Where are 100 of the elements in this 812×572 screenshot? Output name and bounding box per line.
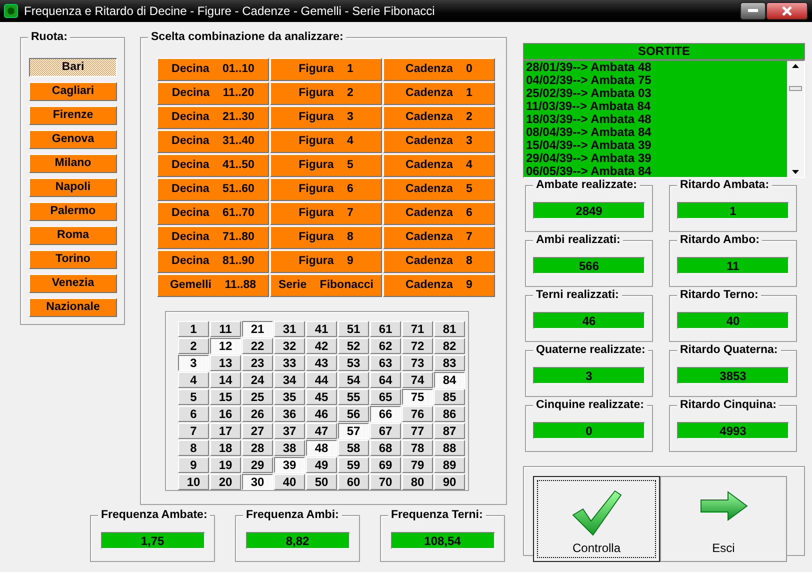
number-button[interactable]: 81 — [434, 321, 465, 337]
number-button[interactable]: 57 — [338, 423, 369, 439]
number-button[interactable]: 39 — [274, 457, 305, 473]
combination-button[interactable]: Figura 8 — [270, 226, 382, 249]
number-button[interactable]: 46 — [306, 406, 337, 422]
number-button[interactable]: 80 — [402, 474, 433, 490]
number-button[interactable]: 86 — [434, 406, 465, 422]
combination-button[interactable]: Cadenza 9 — [383, 274, 495, 297]
number-button[interactable]: 42 — [306, 338, 337, 354]
number-button[interactable]: 25 — [242, 389, 273, 405]
number-button[interactable]: 27 — [242, 423, 273, 439]
list-entry[interactable]: 18/03/39--> Ambata 48 — [526, 113, 787, 126]
number-button[interactable]: 7 — [178, 423, 209, 439]
number-button[interactable]: 29 — [242, 457, 273, 473]
combination-button[interactable]: Decina 41..50 — [157, 154, 269, 177]
ruota-button[interactable]: Roma — [29, 226, 117, 245]
combination-button[interactable]: Decina 71..80 — [157, 226, 269, 249]
combination-button[interactable]: Figura 1 — [270, 58, 382, 81]
scrollbar[interactable] — [787, 61, 804, 177]
combination-button[interactable]: Figura 3 — [270, 106, 382, 129]
number-button[interactable]: 87 — [434, 423, 465, 439]
number-button[interactable]: 73 — [402, 355, 433, 371]
scrollbar-thumb[interactable] — [789, 86, 802, 90]
number-button[interactable]: 76 — [402, 406, 433, 422]
ruota-button[interactable]: Cagliari — [29, 82, 117, 101]
combination-button[interactable]: Figura 7 — [270, 202, 382, 225]
scroll-down-icon[interactable] — [792, 170, 799, 174]
number-button[interactable]: 77 — [402, 423, 433, 439]
number-button[interactable]: 58 — [338, 440, 369, 456]
list-entry[interactable]: 11/03/39--> Ambata 84 — [526, 100, 787, 113]
list-entry[interactable]: 29/04/39--> Ambata 39 — [526, 152, 787, 165]
combination-button[interactable]: Figura 5 — [270, 154, 382, 177]
number-button[interactable]: 6 — [178, 406, 209, 422]
number-button[interactable]: 2 — [178, 338, 209, 354]
number-button[interactable]: 44 — [306, 372, 337, 388]
number-button[interactable]: 3 — [178, 355, 209, 371]
combination-button[interactable]: Cadenza 0 — [383, 58, 495, 81]
minimize-button[interactable] — [740, 2, 766, 20]
number-button[interactable]: 21 — [242, 321, 273, 337]
number-button[interactable]: 20 — [210, 474, 241, 490]
number-button[interactable]: 37 — [274, 423, 305, 439]
number-button[interactable]: 30 — [242, 474, 273, 490]
number-button[interactable]: 31 — [274, 321, 305, 337]
number-button[interactable]: 26 — [242, 406, 273, 422]
number-button[interactable]: 5 — [178, 389, 209, 405]
number-button[interactable]: 43 — [306, 355, 337, 371]
number-button[interactable]: 10 — [178, 474, 209, 490]
combination-button[interactable]: Decina 61..70 — [157, 202, 269, 225]
number-button[interactable]: 90 — [434, 474, 465, 490]
close-button[interactable] — [766, 2, 808, 20]
number-button[interactable]: 55 — [338, 389, 369, 405]
number-button[interactable]: 36 — [274, 406, 305, 422]
combination-button[interactable]: Decina 21..30 — [157, 106, 269, 129]
number-button[interactable]: 33 — [274, 355, 305, 371]
number-button[interactable]: 35 — [274, 389, 305, 405]
list-entry[interactable]: 06/05/39--> Ambata 84 — [526, 165, 787, 178]
number-button[interactable]: 19 — [210, 457, 241, 473]
number-button[interactable]: 67 — [370, 423, 401, 439]
ruota-button[interactable]: Venezia — [29, 274, 117, 293]
number-button[interactable]: 78 — [402, 440, 433, 456]
ruota-button[interactable]: Napoli — [29, 178, 117, 197]
ruota-button[interactable]: Firenze — [29, 106, 117, 125]
combination-button[interactable]: Figura 2 — [270, 82, 382, 105]
number-button[interactable]: 18 — [210, 440, 241, 456]
number-button[interactable]: 51 — [338, 321, 369, 337]
combination-button[interactable]: Cadenza 3 — [383, 130, 495, 153]
action-button[interactable]: Controlla — [533, 476, 660, 562]
ruota-button[interactable]: Palermo — [29, 202, 117, 221]
combination-button[interactable]: Figura 4 — [270, 130, 382, 153]
number-button[interactable]: 66 — [370, 406, 401, 422]
scroll-up-icon[interactable] — [792, 64, 799, 68]
number-button[interactable]: 84 — [434, 372, 465, 388]
number-button[interactable]: 32 — [274, 338, 305, 354]
ruota-button[interactable]: Torino — [29, 250, 117, 269]
combination-button[interactable]: Cadenza 6 — [383, 202, 495, 225]
combination-button[interactable]: Cadenza 2 — [383, 106, 495, 129]
number-button[interactable]: 13 — [210, 355, 241, 371]
combination-button[interactable]: Cadenza 1 — [383, 82, 495, 105]
list-entry[interactable]: 04/02/39--> Ambata 75 — [526, 74, 787, 87]
number-button[interactable]: 54 — [338, 372, 369, 388]
number-button[interactable]: 14 — [210, 372, 241, 388]
number-button[interactable]: 15 — [210, 389, 241, 405]
number-button[interactable]: 71 — [402, 321, 433, 337]
combination-button[interactable]: Cadenza 4 — [383, 154, 495, 177]
number-button[interactable]: 16 — [210, 406, 241, 422]
number-button[interactable]: 59 — [338, 457, 369, 473]
number-button[interactable]: 53 — [338, 355, 369, 371]
number-button[interactable]: 41 — [306, 321, 337, 337]
combination-button[interactable]: Cadenza 5 — [383, 178, 495, 201]
number-button[interactable]: 47 — [306, 423, 337, 439]
combination-button[interactable]: Decina 51..60 — [157, 178, 269, 201]
number-button[interactable]: 64 — [370, 372, 401, 388]
number-button[interactable]: 56 — [338, 406, 369, 422]
list-entry[interactable]: 08/04/39--> Ambata 84 — [526, 126, 787, 139]
number-button[interactable]: 69 — [370, 457, 401, 473]
number-button[interactable]: 40 — [274, 474, 305, 490]
ruota-button[interactable]: Nazionale — [29, 298, 117, 317]
number-button[interactable]: 74 — [402, 372, 433, 388]
number-button[interactable]: 38 — [274, 440, 305, 456]
number-button[interactable]: 48 — [306, 440, 337, 456]
